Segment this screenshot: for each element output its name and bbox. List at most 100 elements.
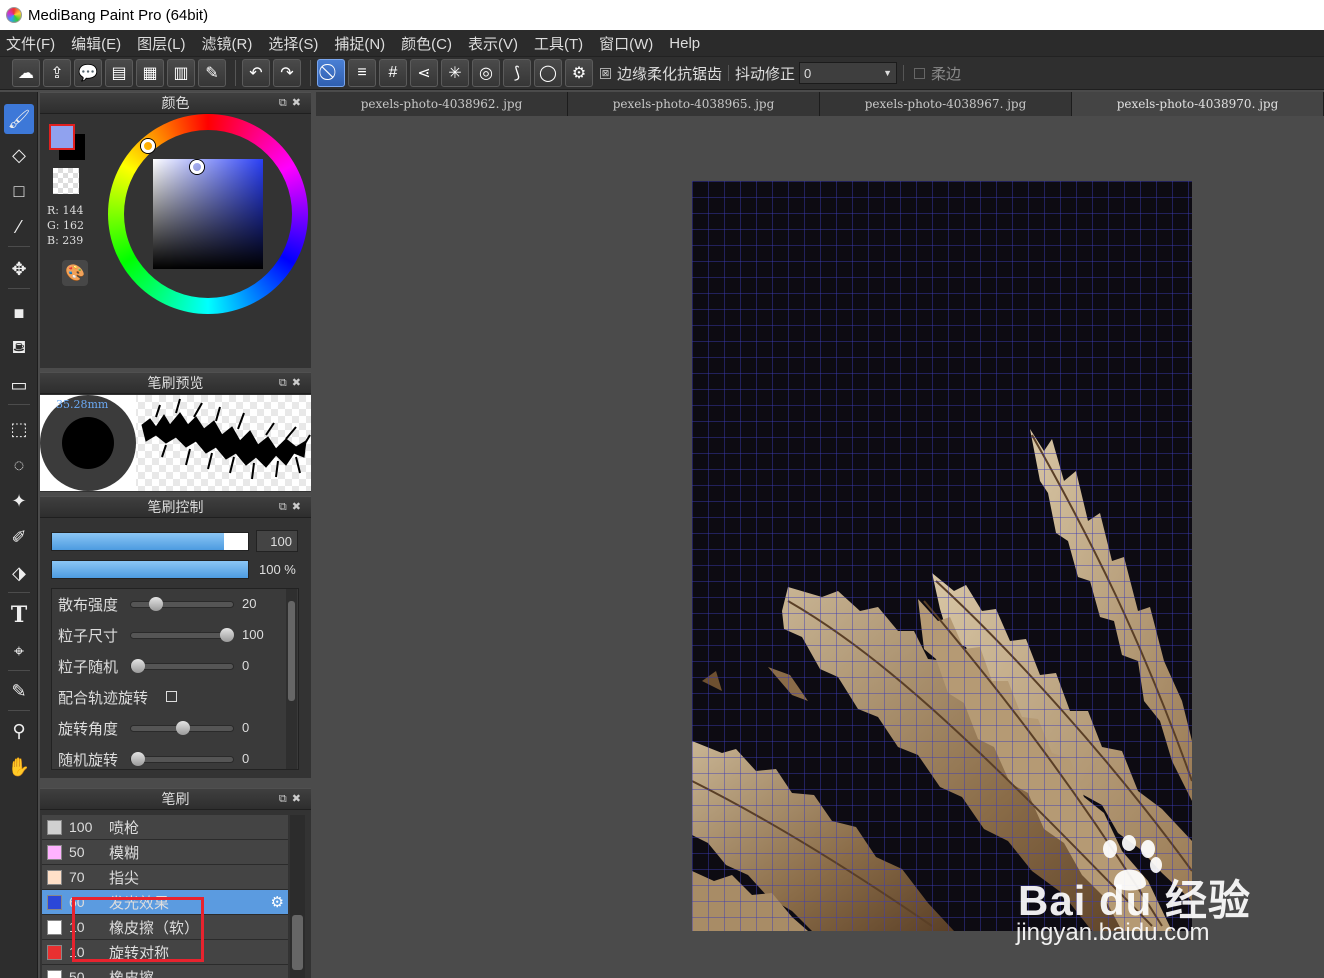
fill-rectangle-tool-icon[interactable]: ■ [4, 298, 34, 328]
upload-icon[interactable]: ⇪ [43, 59, 71, 87]
tab-document-4[interactable]: pexels-photo-4038970. jpg [1072, 92, 1324, 116]
document-tabs: pexels-photo-4038962. jpg pexels-photo-4… [316, 92, 1324, 116]
panel-title: 笔刷控制 [147, 499, 204, 515]
brush-size-readout: 35.28mm [56, 398, 109, 411]
hand-tool-icon[interactable]: ✋ [4, 752, 34, 782]
brush-opacity-bar[interactable] [51, 560, 249, 579]
move-tool-icon[interactable]: ✥ [4, 254, 34, 284]
panel-title: 颜色 [161, 95, 190, 111]
panel-controls[interactable]: ⧉✖ [279, 93, 306, 114]
saturation-value-square[interactable] [153, 159, 263, 269]
menu-help[interactable]: Help [669, 35, 700, 52]
scatter-slider[interactable] [130, 597, 234, 611]
operation-tool-icon[interactable]: ⌖ [4, 636, 34, 666]
toolbar-divider [235, 60, 236, 86]
hue-ring[interactable] [108, 114, 308, 314]
page-layout-icon[interactable]: ▥ [167, 59, 195, 87]
tool-divider [8, 246, 30, 247]
divide-tool-icon[interactable]: ✎ [4, 676, 34, 706]
eraser-tool-icon[interactable]: ◇ [4, 140, 34, 170]
circle-snap-icon[interactable]: ◎ [472, 59, 500, 87]
particle-random-value: 0 [242, 658, 250, 673]
select-pen-tool-icon[interactable]: ✐ [4, 522, 34, 552]
snap-off-icon[interactable]: ⃠ [317, 59, 345, 87]
hue-marker[interactable] [141, 139, 155, 153]
brush-item[interactable]: 50 橡皮擦 [42, 965, 288, 978]
particle-random-slider[interactable] [130, 659, 234, 673]
follow-path-rotation-checkbox[interactable] [166, 691, 177, 702]
tab-document-2[interactable]: pexels-photo-4038965. jpg [568, 92, 820, 116]
menu-edit[interactable]: 编辑(E) [71, 33, 121, 54]
menu-color[interactable]: 颜色(C) [401, 33, 452, 54]
brush-item[interactable]: 50 模糊 [42, 840, 288, 865]
antialias-checkbox[interactable]: ⊠ [600, 67, 611, 79]
baidu-watermark: Bai du 经验 jingyan.baidu.com [1012, 835, 1312, 955]
transparent-color-swatch[interactable] [53, 168, 79, 194]
eyedropper-tool-icon[interactable]: ⚲ [4, 716, 34, 746]
page-icon[interactable]: ▦ [136, 59, 164, 87]
sv-marker[interactable] [190, 160, 204, 174]
palette-icon[interactable]: 🎨 [62, 260, 88, 286]
particle-size-label: 粒子尺寸 [58, 628, 119, 645]
menu-view[interactable]: 表示(V) [468, 33, 518, 54]
gear-icon[interactable]: ⚙ [271, 893, 284, 911]
particle-size-slider[interactable] [130, 628, 234, 642]
cross-snap-icon[interactable]: # [379, 59, 407, 87]
slider-knob[interactable] [176, 721, 190, 735]
magic-wand-tool-icon[interactable]: ✦ [4, 486, 34, 516]
menu-file[interactable]: 文件(F) [6, 33, 55, 54]
artwork-canvas[interactable] [692, 181, 1192, 931]
slider-knob[interactable] [131, 659, 145, 673]
scrollbar-thumb[interactable] [288, 601, 295, 701]
params-scrollbar[interactable] [286, 589, 297, 769]
brush-list-scrollbar[interactable] [290, 815, 305, 978]
scrollbar-thumb[interactable] [292, 915, 303, 970]
tab-document-3[interactable]: pexels-photo-4038967. jpg [820, 92, 1072, 116]
random-rotation-slider[interactable] [130, 752, 234, 766]
menu-select[interactable]: 选择(S) [268, 33, 318, 54]
redo-icon[interactable]: ↷ [273, 59, 301, 87]
ellipse-snap-icon[interactable]: ◯ [534, 59, 562, 87]
gradient-tool-icon[interactable]: ▭ [4, 370, 34, 400]
menu-window[interactable]: 窗口(W) [599, 33, 653, 54]
menu-filter[interactable]: 滤镜(R) [202, 33, 253, 54]
panel-controls[interactable]: ⧉✖ [279, 497, 306, 518]
rectangle-tool-icon[interactable]: □ [4, 176, 34, 206]
menu-snap[interactable]: 捕捉(N) [334, 33, 385, 54]
lasso-tool-icon[interactable]: ◌ [4, 450, 34, 480]
menu-layer[interactable]: 图层(L) [137, 33, 185, 54]
brush-name: 喷枪 [109, 819, 140, 837]
brush-tool-icon[interactable]: 🖌 [4, 104, 34, 134]
menu-tools[interactable]: 工具(T) [534, 33, 583, 54]
panel-controls[interactable]: ⧉✖ [279, 789, 306, 810]
undo-icon[interactable]: ↶ [242, 59, 270, 87]
rotation-angle-slider[interactable] [130, 721, 234, 735]
comment-icon[interactable]: ▤ [105, 59, 133, 87]
stabilizer-select[interactable]: 0 ▼ [799, 62, 898, 84]
panel-controls[interactable]: ⧉✖ [279, 373, 306, 394]
parallel-snap-icon[interactable]: ≡ [348, 59, 376, 87]
soft-edge-label: 柔边 [931, 65, 962, 83]
brush-size-input[interactable]: 100 [256, 530, 298, 552]
bucket-tool-icon[interactable]: ⛾ [4, 334, 34, 364]
slider-knob[interactable] [149, 597, 163, 611]
slider-knob[interactable] [131, 752, 145, 766]
brush-item[interactable]: 100 喷枪 [42, 815, 288, 840]
vanishing-point-icon[interactable]: ⋖ [410, 59, 438, 87]
gear-icon[interactable]: ⚙ [565, 59, 593, 87]
cloud-icon[interactable]: ☁ [12, 59, 40, 87]
dot-brush-tool-icon[interactable]: ⁄ [4, 212, 34, 242]
rect-select-tool-icon[interactable]: ⬚ [4, 414, 34, 444]
text-tool-icon[interactable]: T [4, 600, 34, 630]
soft-edge-checkbox[interactable] [914, 67, 926, 79]
slider-knob[interactable] [220, 628, 234, 642]
tab-document-1[interactable]: pexels-photo-4038962. jpg [316, 92, 568, 116]
foreground-color-swatch[interactable] [49, 124, 75, 150]
radial-snap-icon[interactable]: ✳ [441, 59, 469, 87]
page-edit-icon[interactable]: ✎ [198, 59, 226, 87]
brush-size-bar[interactable] [51, 532, 249, 551]
speech-bubble-icon[interactable]: 💬 [74, 59, 102, 87]
brush-item[interactable]: 70 指尖 [42, 865, 288, 890]
select-eraser-tool-icon[interactable]: ⬗ [4, 558, 34, 588]
curve-snap-icon[interactable]: ⟆ [503, 59, 531, 87]
